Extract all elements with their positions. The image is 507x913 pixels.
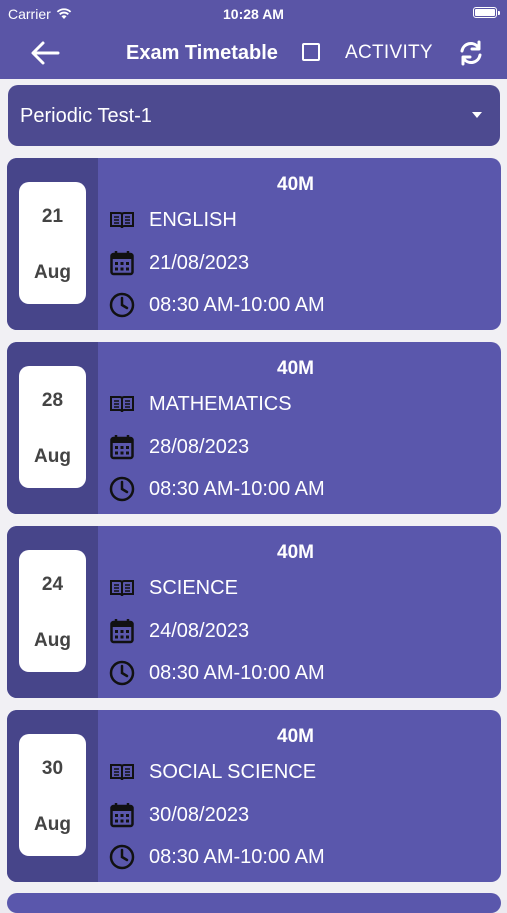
exam-subject: SOCIAL SCIENCE	[149, 760, 317, 783]
calendar-icon	[109, 802, 135, 828]
date-row: 30/08/2023	[109, 802, 249, 828]
book-icon	[109, 391, 135, 417]
exam-card[interactable]: 24 Aug 40M SCIENCE 24/08/2023 08:30 AM-1…	[7, 526, 501, 698]
exam-card[interactable]: 28 Aug 40M MATHEMATICS 28/08/2023 08:30 …	[7, 342, 501, 514]
card-date-panel: 24 Aug	[7, 526, 98, 698]
subject-row: ENGLISH	[109, 207, 237, 233]
clock-icon	[109, 844, 135, 870]
subject-row: MATHEMATICS	[109, 391, 292, 417]
exam-select-dropdown[interactable]: Periodic Test-1	[8, 85, 500, 146]
clock-icon	[109, 476, 135, 502]
clock-icon	[109, 292, 135, 318]
date-month: Aug	[34, 630, 71, 651]
date-badge: 24 Aug	[19, 550, 86, 672]
time-row: 08:30 AM-10:00 AM	[109, 660, 325, 686]
book-icon	[109, 207, 135, 233]
date-row: 28/08/2023	[109, 434, 249, 460]
exam-date: 30/08/2023	[149, 803, 250, 826]
exam-card-partial[interactable]	[7, 893, 501, 913]
page-title: Exam Timetable	[126, 42, 278, 64]
book-icon	[109, 759, 135, 785]
exam-time: 08:30 AM-10:00 AM	[149, 661, 325, 684]
exam-marks: 40M	[277, 542, 314, 563]
time-row: 08:30 AM-10:00 AM	[109, 292, 325, 318]
date-row: 21/08/2023	[109, 250, 249, 276]
exam-time: 08:30 AM-10:00 AM	[149, 477, 325, 500]
calendar-icon	[109, 434, 135, 460]
clock-icon	[109, 660, 135, 686]
subject-row: SOCIAL SCIENCE	[109, 759, 316, 785]
refresh-icon[interactable]	[457, 39, 485, 67]
date-day: 21	[41, 206, 64, 227]
exam-date: 21/08/2023	[149, 251, 250, 274]
exam-marks: 40M	[277, 174, 314, 195]
back-arrow-icon[interactable]	[28, 38, 62, 68]
exam-time: 08:30 AM-10:00 AM	[149, 845, 325, 868]
book-icon	[109, 575, 135, 601]
status-time: 10:28 AM	[223, 6, 284, 22]
card-date-panel: 28 Aug	[7, 342, 98, 514]
exam-date: 28/08/2023	[149, 435, 250, 458]
date-month: Aug	[34, 262, 71, 283]
card-date-panel: 21 Aug	[7, 158, 98, 330]
date-month: Aug	[34, 446, 71, 467]
exam-date: 24/08/2023	[149, 619, 250, 642]
date-month: Aug	[34, 814, 71, 835]
date-badge: 21 Aug	[19, 182, 86, 304]
date-row: 24/08/2023	[109, 618, 249, 644]
card-date-panel: 30 Aug	[7, 710, 98, 882]
calendar-icon	[109, 618, 135, 644]
app-bar: Exam Timetable ACTIVITY	[0, 28, 507, 79]
exam-subject: ENGLISH	[149, 208, 237, 231]
battery-icon	[473, 7, 500, 18]
exam-marks: 40M	[277, 358, 314, 379]
date-day: 28	[41, 390, 64, 411]
exam-marks: 40M	[277, 726, 314, 747]
time-row: 08:30 AM-10:00 AM	[109, 844, 325, 870]
activity-checkbox[interactable]	[302, 43, 320, 61]
date-day: 24	[41, 574, 64, 595]
activity-label[interactable]: ACTIVITY	[345, 42, 433, 64]
date-badge: 28 Aug	[19, 366, 86, 488]
exam-card[interactable]: 30 Aug 40M SOCIAL SCIENCE 30/08/2023 08:…	[7, 710, 501, 882]
exam-select-value: Periodic Test-1	[20, 105, 152, 127]
exam-card[interactable]: 21 Aug 40M ENGLISH 21/08/2023 08:30 AM-1…	[7, 158, 501, 330]
exam-subject: MATHEMATICS	[149, 392, 292, 415]
time-row: 08:30 AM-10:00 AM	[109, 476, 325, 502]
chevron-down-icon	[472, 112, 482, 118]
exam-time: 08:30 AM-10:00 AM	[149, 293, 325, 316]
date-day: 30	[41, 758, 64, 779]
status-bar: Carrier 10:28 AM	[0, 0, 507, 28]
date-badge: 30 Aug	[19, 734, 86, 856]
exam-subject: SCIENCE	[149, 576, 238, 599]
subject-row: SCIENCE	[109, 575, 238, 601]
calendar-icon	[109, 250, 135, 276]
